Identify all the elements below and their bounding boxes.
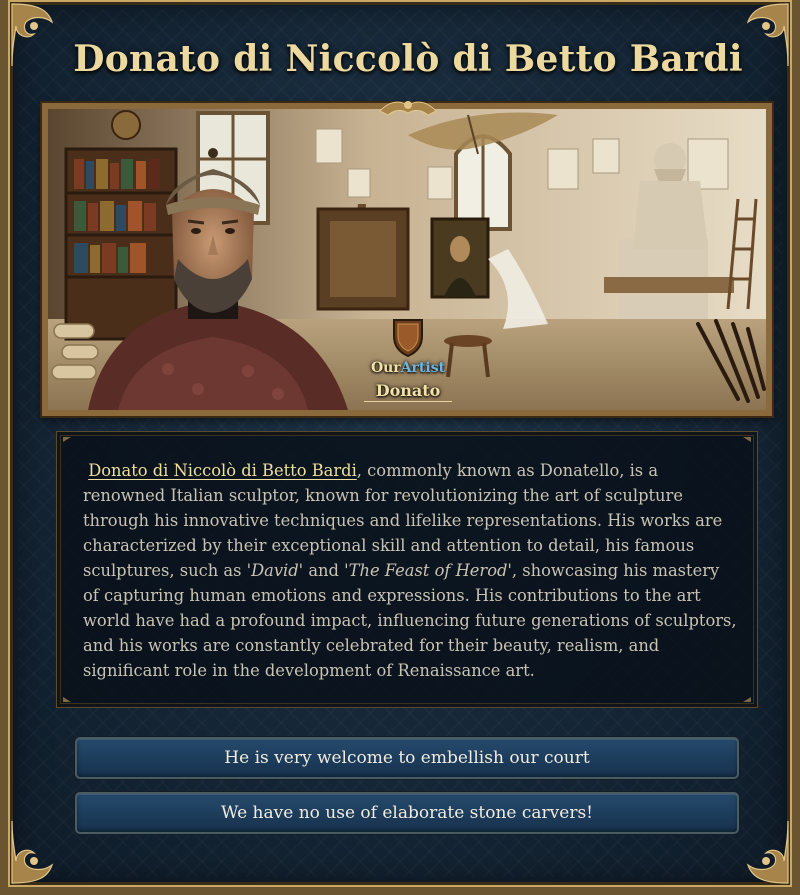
event-dialog: Donato di Niccolò di Betto Bardi OurArti… [0, 0, 800, 895]
artist-shield-icon [393, 319, 423, 358]
character-link[interactable]: Donato di Niccolò di Betto Bardi [88, 461, 357, 480]
work-title-feast-of-herod: The Feast of Herod [348, 561, 508, 580]
crest-icon [379, 101, 437, 116]
panel-corner-ornament-icon [63, 697, 71, 702]
event-title: Donato di Niccolò di Betto Bardi [73, 38, 743, 80]
panel-corner-ornament-icon [743, 437, 751, 442]
artist-role-label: OurArtist [348, 360, 468, 376]
accept-choice-button[interactable]: He is very welcome to embellish our cour… [75, 737, 739, 779]
artist-name-text: Donato [375, 381, 441, 400]
artist-name: Donato [348, 381, 468, 402]
artist-label-word-2: Artist [400, 360, 446, 376]
description-part-2: ' and ' [298, 561, 349, 580]
artist-name-underline [364, 401, 452, 402]
ornate-corner-icon [11, 820, 54, 884]
work-title-david: David [251, 561, 299, 580]
panel-corner-ornament-icon [63, 437, 71, 442]
panel-corner-ornament-icon [743, 697, 751, 702]
accept-choice-label: He is very welcome to embellish our cour… [224, 748, 590, 768]
decline-choice-label: We have no use of elaborate stone carver… [221, 803, 593, 823]
description-panel: Donato di Niccolò di Betto Bardi, common… [56, 431, 758, 708]
decline-choice-button[interactable]: We have no use of elaborate stone carver… [75, 792, 739, 834]
description-text: Donato di Niccolò di Betto Bardi, common… [83, 458, 738, 683]
artist-label-word-1: Our [370, 360, 401, 376]
